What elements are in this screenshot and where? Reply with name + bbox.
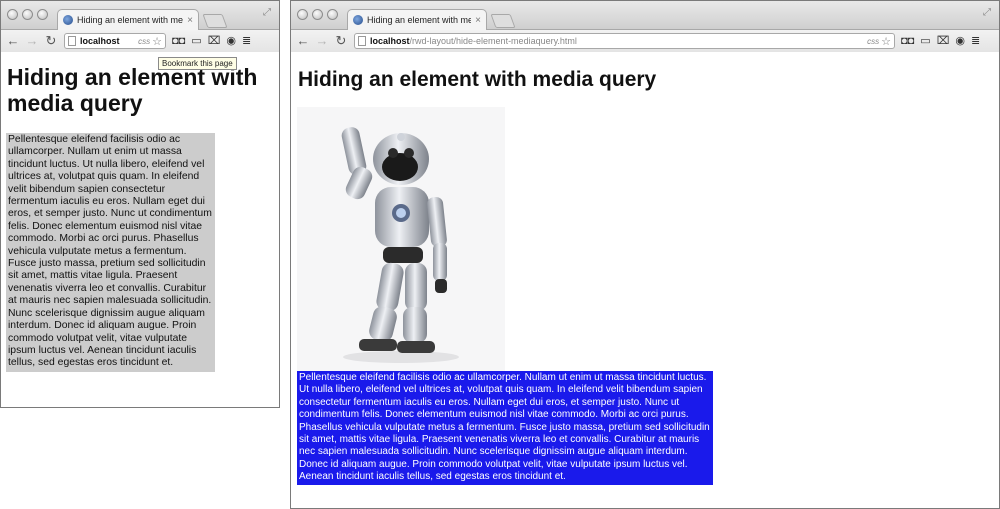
- window-controls: [7, 9, 48, 20]
- fullscreen-icon[interactable]: ⤢: [263, 7, 271, 18]
- resize-frame-icon[interactable]: ⌧: [208, 34, 221, 48]
- close-window-button[interactable]: [7, 9, 18, 20]
- resize-frame-icon[interactable]: ⌧: [937, 34, 950, 48]
- bookmark-tooltip: Bookmark this page: [158, 57, 237, 70]
- back-icon[interactable]: ←: [296, 34, 310, 48]
- back-icon[interactable]: ←: [6, 34, 20, 48]
- page-icon: [68, 36, 76, 46]
- forward-icon[interactable]: →: [25, 34, 39, 48]
- zoom-window-button[interactable]: [327, 9, 338, 20]
- tab-title: Hiding an element with med: [367, 15, 472, 25]
- url-host: localhost: [80, 36, 120, 46]
- css-badge: css: [138, 36, 151, 46]
- url-text: localhost: [80, 36, 138, 46]
- new-tab-button[interactable]: [490, 14, 516, 28]
- robot-illustration: [341, 127, 459, 363]
- firefox-icon[interactable]: ◉: [226, 34, 236, 48]
- browser-tab[interactable]: Hiding an element with med ×: [57, 9, 199, 30]
- favicon-icon: [63, 15, 73, 25]
- body-paragraph: Pellentesque eleifend facilisis odio ac …: [297, 371, 713, 485]
- page-viewport: Hiding an element with media query Pelle…: [291, 52, 999, 508]
- url-path: /rwd-layout/hide-element-mediaquery.html: [409, 36, 577, 46]
- extension-icons: ◘◘ ▭ ⌧ ◉ ≣: [172, 34, 251, 48]
- minimize-window-button[interactable]: [312, 9, 323, 20]
- window-controls: [297, 9, 338, 20]
- title-bar: Hiding an element with med × ⤢: [1, 1, 279, 30]
- glasses-icon[interactable]: ◘◘: [901, 34, 914, 48]
- page-viewport: Hiding an element with media query Pelle…: [1, 52, 279, 407]
- reload-icon[interactable]: ↻: [44, 34, 58, 48]
- url-host: localhost: [370, 36, 410, 46]
- page-title: Hiding an element with media query: [298, 68, 657, 91]
- fullscreen-icon[interactable]: ⤢: [983, 7, 991, 18]
- bookmark-star-icon[interactable]: ☆: [152, 35, 162, 48]
- reload-icon[interactable]: ↻: [334, 34, 348, 48]
- page-title: Hiding an element with media query: [7, 64, 258, 116]
- browser-tab[interactable]: Hiding an element with med ×: [347, 9, 487, 30]
- address-bar[interactable]: localhost/rwd-layout/hide-element-mediaq…: [354, 33, 895, 49]
- menu-wrench-icon[interactable]: ≣: [971, 34, 980, 48]
- glasses-icon[interactable]: ◘◘: [172, 34, 185, 48]
- window-icon[interactable]: ▭: [191, 34, 201, 48]
- address-bar[interactable]: localhost css ☆: [64, 33, 166, 49]
- browser-toolbar: ← → ↻ localhost css ☆ ◘◘ ▭ ⌧ ◉ ≣: [1, 30, 279, 53]
- forward-icon[interactable]: →: [315, 34, 329, 48]
- close-tab-icon[interactable]: ×: [475, 15, 481, 26]
- close-tab-icon[interactable]: ×: [187, 15, 193, 26]
- browser-window-wide: Hiding an element with med × ⤢ ← → ↻ loc…: [290, 0, 1000, 509]
- css-badge: css: [867, 36, 880, 46]
- menu-wrench-icon[interactable]: ≣: [242, 34, 251, 48]
- browser-toolbar: ← → ↻ localhost/rwd-layout/hide-element-…: [291, 30, 999, 53]
- browser-window-narrow: Hiding an element with med × ⤢ ← → ↻ loc…: [0, 0, 280, 408]
- robot-image: [297, 107, 505, 371]
- extension-icons: ◘◘ ▭ ⌧ ◉ ≣: [901, 34, 980, 48]
- zoom-window-button[interactable]: [37, 9, 48, 20]
- bookmark-star-icon[interactable]: ☆: [881, 35, 891, 48]
- new-tab-button[interactable]: [202, 14, 228, 28]
- favicon-icon: [353, 15, 363, 25]
- body-paragraph: Pellentesque eleifend facilisis odio ac …: [6, 133, 215, 372]
- url-text: localhost/rwd-layout/hide-element-mediaq…: [370, 36, 867, 46]
- window-icon[interactable]: ▭: [920, 34, 930, 48]
- page-icon: [358, 36, 366, 46]
- close-window-button[interactable]: [297, 9, 308, 20]
- firefox-icon[interactable]: ◉: [955, 34, 965, 48]
- minimize-window-button[interactable]: [22, 9, 33, 20]
- title-bar: Hiding an element with med × ⤢: [291, 1, 999, 30]
- tab-title: Hiding an element with med: [77, 15, 184, 25]
